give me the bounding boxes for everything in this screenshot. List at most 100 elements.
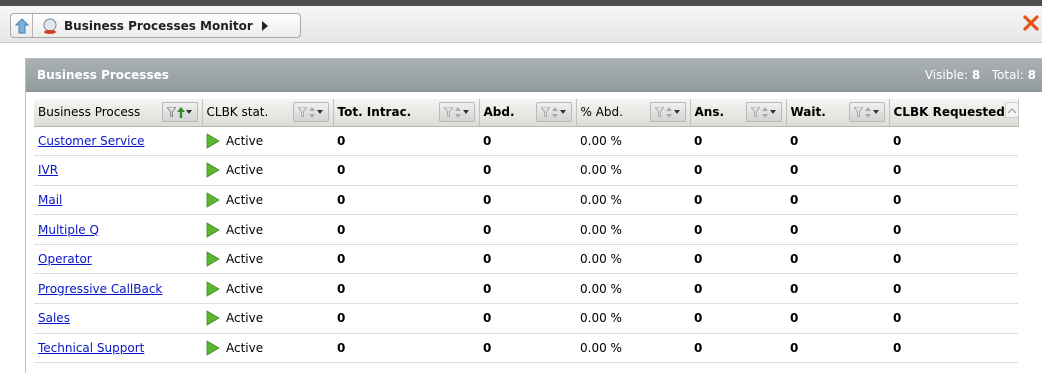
column-header-pct-abd[interactable]: % Abd. bbox=[576, 99, 691, 127]
column-header-wait[interactable]: Wait. bbox=[786, 99, 890, 127]
table-row[interactable]: Multiple Q Active 0 0 0.00 % 0 0 0 bbox=[34, 214, 1018, 245]
cell-ans: 0 bbox=[690, 214, 786, 245]
status-text: Active bbox=[226, 252, 264, 267]
dropdown-icon bbox=[317, 110, 323, 115]
filter-sort-button[interactable] bbox=[535, 102, 572, 123]
cell-clbk-requested: 0 bbox=[889, 185, 1018, 216]
sort-icon bbox=[455, 106, 461, 118]
status-text: Active bbox=[226, 340, 264, 355]
cell-clbk-requested: 0 bbox=[889, 273, 1018, 305]
column-header-clbk-requested[interactable]: CLBK Requested bbox=[889, 99, 1019, 127]
scroll-up-button[interactable] bbox=[1005, 102, 1019, 118]
play-icon bbox=[206, 310, 220, 327]
cell-business-process: Sales bbox=[34, 303, 202, 334]
status-text: Active bbox=[226, 222, 264, 237]
table-header-row: Business Process CLBK stat. Tot. Intrac.… bbox=[34, 99, 1019, 127]
cell-wait: 0 bbox=[786, 273, 889, 305]
business-process-link[interactable]: Customer Service bbox=[38, 134, 144, 148]
column-header-clbk-stat[interactable]: CLBK stat. bbox=[202, 99, 334, 127]
table-row[interactable]: Customer Service Active 0 0 0.00 % 0 0 0 bbox=[34, 126, 1018, 157]
filter-sort-button[interactable] bbox=[292, 102, 329, 123]
filter-icon bbox=[655, 107, 664, 118]
filter-icon bbox=[298, 107, 307, 118]
cell-pct-abd: 0.00 % bbox=[576, 185, 690, 216]
filter-sort-button[interactable] bbox=[438, 102, 475, 123]
column-header-ans[interactable]: Ans. bbox=[690, 99, 787, 127]
cell-clbk-stat: Active bbox=[202, 303, 333, 334]
dropdown-icon bbox=[873, 110, 879, 115]
business-process-link[interactable]: Sales bbox=[38, 311, 70, 325]
cell-abd: 0 bbox=[479, 303, 576, 334]
home-icon[interactable] bbox=[11, 14, 33, 37]
cell-abd: 0 bbox=[479, 126, 576, 157]
chevron-up-icon bbox=[1008, 107, 1016, 113]
column-header-tot-intrac[interactable]: Tot. Intrac. bbox=[333, 99, 480, 127]
business-process-link[interactable]: Multiple Q bbox=[38, 223, 99, 237]
cell-clbk-stat: Active bbox=[202, 273, 333, 305]
table-row[interactable]: Technical Support Active 0 0 0.00 % 0 0 0 bbox=[34, 333, 1018, 364]
dropdown-icon bbox=[463, 110, 469, 115]
filter-sort-button[interactable] bbox=[161, 102, 198, 123]
business-process-icon bbox=[42, 18, 58, 34]
cell-clbk-stat: Active bbox=[202, 126, 333, 157]
filter-sort-button[interactable] bbox=[649, 102, 686, 123]
sort-icon bbox=[865, 106, 871, 118]
dropdown-icon bbox=[674, 110, 680, 115]
business-processes-panel: Business Processes Visible: 8 Total: 8 B… bbox=[25, 58, 1042, 373]
column-header-abd[interactable]: Abd. bbox=[479, 99, 577, 127]
play-icon bbox=[206, 221, 220, 238]
close-icon[interactable] bbox=[1022, 14, 1040, 32]
total-label: Total: bbox=[991, 68, 1024, 82]
table-row[interactable]: Sales Active 0 0 0.00 % 0 0 0 bbox=[34, 303, 1018, 334]
play-icon bbox=[206, 133, 220, 149]
sort-icon bbox=[666, 106, 672, 118]
status-text: Active bbox=[226, 163, 264, 178]
play-icon bbox=[206, 281, 220, 297]
table-row[interactable]: Operator Active 0 0 0.00 % 0 0 0 bbox=[34, 244, 1018, 275]
cell-pct-abd: 0.00 % bbox=[576, 214, 690, 245]
cell-abd: 0 bbox=[479, 155, 576, 186]
cell-ans: 0 bbox=[690, 303, 786, 334]
cell-tot-intrac: 0 bbox=[333, 244, 479, 275]
column-header-business-process[interactable]: Business Process bbox=[34, 99, 203, 127]
cell-business-process: Progressive CallBack bbox=[34, 273, 202, 305]
cell-wait: 0 bbox=[786, 214, 889, 245]
business-process-link[interactable]: Mail bbox=[38, 193, 62, 207]
cell-clbk-requested: 0 bbox=[889, 126, 1018, 157]
cell-clbk-requested: 0 bbox=[889, 244, 1018, 275]
cell-clbk-requested: 0 bbox=[889, 303, 1018, 334]
cell-ans: 0 bbox=[690, 244, 786, 275]
business-process-link[interactable]: Technical Support bbox=[38, 341, 144, 355]
breadcrumb-title[interactable]: Business Processes Monitor bbox=[64, 19, 253, 33]
cell-clbk-requested: 0 bbox=[889, 214, 1018, 245]
filter-sort-button[interactable] bbox=[848, 102, 885, 123]
cell-abd: 0 bbox=[479, 214, 576, 245]
table-row[interactable]: Progressive CallBack Active 0 0 0.00 % 0 0 0 bbox=[34, 273, 1018, 305]
cell-pct-abd: 0.00 % bbox=[576, 244, 690, 275]
filter-sort-button[interactable] bbox=[745, 102, 782, 123]
cell-ans: 0 bbox=[690, 126, 786, 157]
table-row[interactable]: IVR Active 0 0 0.00 % 0 0 0 bbox=[34, 155, 1018, 186]
cell-tot-intrac: 0 bbox=[333, 333, 479, 364]
table-row[interactable]: Mail Active 0 0 0.00 % 0 0 0 bbox=[34, 185, 1018, 216]
business-process-link[interactable]: Operator bbox=[38, 252, 92, 266]
dropdown-icon bbox=[186, 110, 192, 115]
cell-abd: 0 bbox=[479, 185, 576, 216]
cell-abd: 0 bbox=[479, 333, 576, 364]
cell-pct-abd: 0.00 % bbox=[576, 333, 690, 364]
cell-tot-intrac: 0 bbox=[333, 155, 479, 186]
business-process-table: Business Process CLBK stat. Tot. Intrac.… bbox=[34, 99, 1019, 364]
cell-pct-abd: 0.00 % bbox=[576, 155, 690, 186]
breadcrumb-arrow-icon[interactable] bbox=[261, 20, 268, 31]
business-process-link[interactable]: IVR bbox=[38, 163, 58, 177]
cell-abd: 0 bbox=[479, 273, 576, 305]
cell-business-process: Customer Service bbox=[34, 126, 202, 157]
filter-icon bbox=[854, 107, 863, 118]
sort-up-icon bbox=[177, 106, 185, 118]
cell-clbk-stat: Active bbox=[202, 244, 333, 275]
sort-icon bbox=[552, 106, 558, 118]
visible-count: 8 bbox=[971, 68, 981, 82]
cell-tot-intrac: 0 bbox=[333, 273, 479, 305]
business-process-link[interactable]: Progressive CallBack bbox=[38, 282, 162, 296]
cell-wait: 0 bbox=[786, 303, 889, 334]
